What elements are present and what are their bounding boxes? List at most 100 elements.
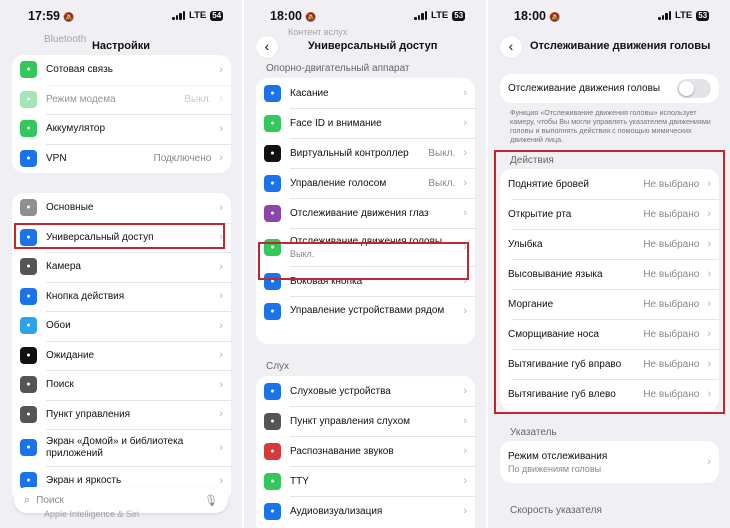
silent-bell-icon: 🔕 [548,12,561,22]
cellular-icon: ● [20,61,37,79]
row-vpn[interactable]: ● VPN Подключено › [12,143,231,174]
row-label: Обои [46,320,71,332]
row-label: Управление голосом [290,177,387,189]
row-switch-control[interactable]: ● Виртуальный контроллер Выкл. › [256,138,475,168]
tracking-mode-row[interactable]: Режим отслеживания По движениям головы › [500,441,719,483]
status-bar: 17:59 🔕 LTE 54 [0,0,242,30]
chevron-right-icon: › [463,147,467,159]
row-label: VPN [46,152,67,164]
row-cellular[interactable]: ● Сотовая связь › [12,55,231,85]
row-standby[interactable]: ● Ожидание › [12,340,231,371]
row-tty[interactable]: ● TTY › [256,466,475,496]
chevron-right-icon: › [219,152,223,165]
row-eye-tracking[interactable]: ● Отслеживание движения глаз › [256,198,475,228]
row-label: Сотовая связь [46,64,113,76]
back-button[interactable]: ‹ [256,36,278,58]
description-note: Функция «Отслеживание движения головы» и… [510,108,711,144]
battery-level: 53 [452,10,466,21]
row-camera[interactable]: ● Камера › [12,252,231,282]
toggle-row: Отслеживание движения головы [500,74,719,103]
row-label: Виртуальный контроллер [290,147,409,159]
row-battery[interactable]: ● Аккумулятор › [12,114,231,144]
chevron-right-icon: › [463,505,467,517]
row-search[interactable]: ● Поиск › [12,370,231,400]
row-label: Слуховые устройства [290,385,391,397]
microphone-icon[interactable]: 🎙 [204,494,218,507]
row-home-screen[interactable]: ● Экран «Домой» и библиотека приложений › [12,429,231,466]
toggle-label: Отслеживание движения головы [508,83,661,94]
highlight-box [494,150,725,414]
head-tracking-panel: 18:00 🔕 LTE 53 ‹ Отслеживание движения го… [488,0,730,528]
highlight-box [258,242,469,280]
hotspot-icon: ● [20,90,37,108]
status-bar: 18:00 🔕 LTE 53 [244,0,486,30]
signal-icon [414,11,427,20]
row-action-button[interactable]: ● Кнопка действия › [12,281,231,312]
sound-recognition-icon: ● [264,442,281,460]
section-header: Слух [266,361,290,372]
page-title: Отслеживание движения головы [530,40,711,52]
network-type: LTE [431,10,449,21]
row-value: Выкл. [428,147,456,159]
row-label: Распознавание звуков [290,445,394,457]
hearing-devices-icon: ● [264,382,281,400]
vpn-icon: ● [20,149,37,167]
network-type: LTE [675,10,693,21]
silent-bell-icon: 🔕 [62,12,75,22]
row-sound-recognition[interactable]: ● Распознавание звуков › [256,436,475,466]
search-icon: ⌕ [24,493,31,506]
chevron-right-icon: › [463,207,467,219]
row-label: Режим модема [46,93,116,105]
chevron-right-icon: › [219,290,223,303]
clock: 18:00 🔕 [514,9,561,23]
control-center-icon: ● [20,405,37,423]
section-header: Указатель [510,427,557,438]
faded-row-label: Контент вслух [288,27,348,37]
row-label: Кнопка действия [46,290,125,302]
row-faceid[interactable]: ● Face ID и внимание › [256,108,475,138]
signal-group: LTE 53 [658,10,710,21]
row-label: Face ID и внимание [290,117,382,129]
back-button[interactable]: ‹ [500,36,522,58]
signal-icon [658,11,671,20]
chevron-right-icon: › [219,349,223,362]
row-hearing-control[interactable]: ● Пункт управления слухом › [256,406,475,436]
row-control-center[interactable]: ● Пункт управления › [12,399,231,430]
row-value: Выкл. [428,177,456,189]
search-input[interactable]: Поиск [36,495,204,506]
row-touch[interactable]: ● Касание › [256,78,475,108]
gear-icon: ● [20,199,37,217]
row-label: Аккумулятор [46,123,106,135]
row-gear[interactable]: ● Основные › [12,193,231,223]
page-title: Универсальный доступ [308,40,438,52]
row-value: Выкл. [184,93,212,105]
row-hearing-devices[interactable]: ● Слуховые устройства › [256,376,475,406]
highlight-box [14,223,225,249]
row-label: Аудиовизуализация [290,505,383,517]
chevron-right-icon: › [463,475,467,487]
row-wallpaper[interactable]: ● Обои › [12,311,231,341]
chevron-right-icon: › [219,378,223,391]
row-label: Ожидание [46,349,95,361]
signal-group: LTE 53 [414,10,466,21]
hearing-group: ● Слуховые устройства › ● Пункт управления с… [256,376,475,528]
chevron-right-icon: › [219,201,223,214]
standby-icon: ● [20,346,37,364]
chevron-right-icon: › [219,93,223,106]
head-tracking-toggle[interactable] [677,79,711,98]
row-hotspot[interactable]: ● Режим модема Выкл. › [12,84,231,115]
row-audio-visual[interactable]: ● Аудиовизуализация › [256,496,475,526]
page-title: Настройки [91,40,151,52]
chevron-right-icon: › [219,408,223,421]
section-header: Опорно-двигательный аппарат [266,63,410,74]
row-label: Камера [46,261,81,273]
tracking-mode-value: По движениям головы [508,463,602,474]
search-icon: ● [20,376,37,394]
row-voice-control[interactable]: ● Управление голосом Выкл. › [256,168,475,198]
accessibility-panel: 18:00 🔕 LTE 53 Контент вслух ‹ Универсаль… [244,0,486,528]
wallpaper-icon: ● [20,317,37,335]
battery-icon: ● [20,120,37,138]
chevron-right-icon: › [219,122,223,135]
toggle-card: Отслеживание движения головы [500,74,719,103]
row-nearby-devices[interactable]: ● Управление устройствами рядом › [256,296,475,326]
